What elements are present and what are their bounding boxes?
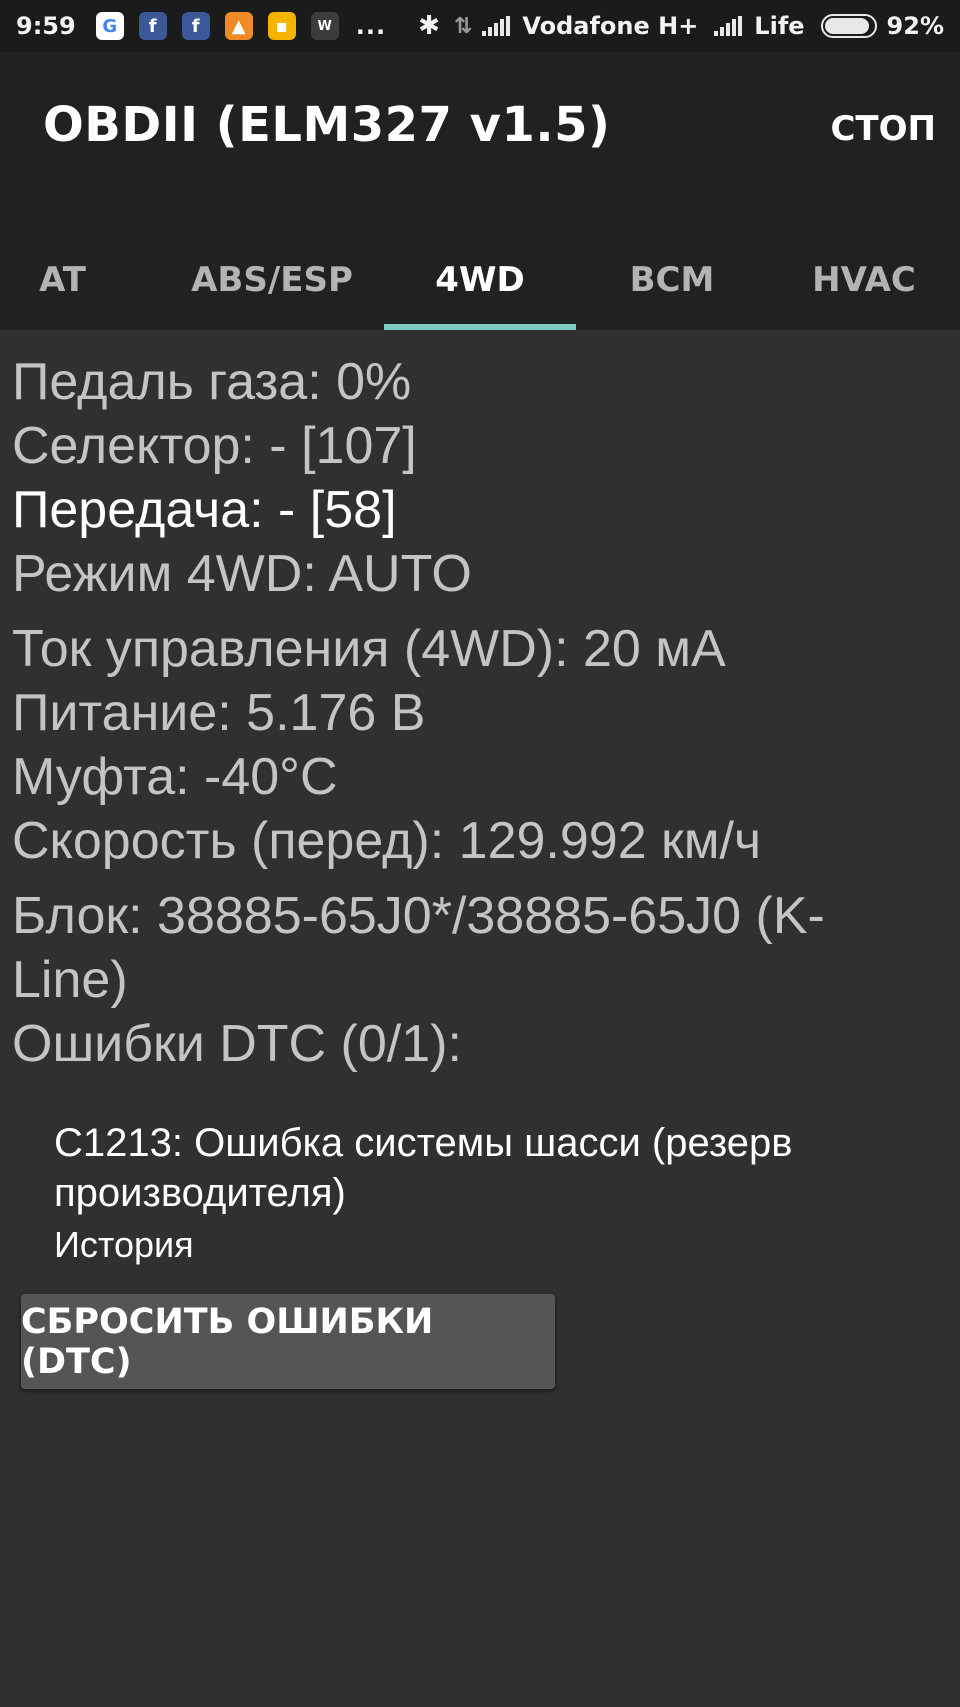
control-current-reading: Ток управления (4WD): 20 мА bbox=[12, 620, 726, 678]
data-activity-icon: ⇅ bbox=[453, 13, 473, 39]
tab-hvac[interactable]: HVAC bbox=[768, 230, 960, 330]
ecu-block-info: Блок: 38885-65J0*/38885-65J0 (K-Line) bbox=[12, 887, 825, 1009]
google-icon: G bbox=[95, 12, 124, 40]
tab-4wd[interactable]: 4WD bbox=[384, 230, 576, 330]
clutch-temp-reading: Муфта: -40°C bbox=[12, 748, 338, 806]
signal-icon bbox=[482, 16, 512, 36]
reset-dtc-button[interactable]: СБРОСИТЬ ОШИБКИ (DTC) bbox=[21, 1294, 555, 1389]
dtc-description: C1213: Ошибка системы шасси (резерв прои… bbox=[54, 1121, 793, 1215]
active-tab-indicator bbox=[384, 324, 576, 330]
carrier-1: Vodafone H+ bbox=[522, 12, 699, 40]
tab-bar: AT ABS/ESP 4WD BCM HVAC bbox=[0, 230, 960, 330]
gear-reading: Передача: - [58] bbox=[12, 481, 397, 539]
app-bar: OBDII (ELM327 v1.5) СТОП AT ABS/ESP 4WD … bbox=[0, 52, 960, 330]
keep-notes-icon: ▪ bbox=[267, 12, 296, 40]
battery-percent: 92% bbox=[886, 12, 944, 40]
app-title: OBDII (ELM327 v1.5) bbox=[43, 97, 611, 153]
facebook-icon: f bbox=[138, 12, 167, 40]
tab-at[interactable]: AT bbox=[0, 230, 125, 330]
mode-4wd-reading: Режим 4WD: AUTO bbox=[12, 545, 472, 603]
selector-reading: Селектор: - [107] bbox=[12, 417, 417, 475]
more-notifications-icon: ... bbox=[355, 12, 387, 40]
carrier-2: Life bbox=[754, 12, 805, 40]
status-time: 9:59 bbox=[16, 12, 76, 40]
word-app-icon: W bbox=[310, 12, 339, 40]
signal-icon bbox=[714, 16, 744, 36]
dtc-header: Ошибки DTC (0/1): bbox=[12, 1015, 462, 1073]
readings-panel: Педаль газа: 0% Селектор: - [107] Переда… bbox=[12, 350, 952, 1076]
throttle-reading: Педаль газа: 0% bbox=[12, 353, 412, 411]
battery-icon bbox=[820, 14, 877, 38]
front-speed-reading: Скорость (перед): 129.992 км/ч bbox=[12, 812, 762, 870]
status-bar: 9:59 G f f ▲ ▪ W ... ✱ ⇅ Vodafone H+ Lif… bbox=[0, 0, 960, 52]
bluetooth-icon: ✱ bbox=[418, 11, 440, 41]
strava-icon: ▲ bbox=[224, 12, 253, 40]
dtc-status: История bbox=[54, 1224, 194, 1265]
facebook-icon: f bbox=[181, 12, 210, 40]
stop-button[interactable]: СТОП bbox=[830, 109, 936, 149]
dtc-list-item: C1213: Ошибка системы шасси (резерв прои… bbox=[54, 1118, 934, 1268]
power-reading: Питание: 5.176 В bbox=[12, 684, 426, 742]
tab-abs-esp[interactable]: ABS/ESP bbox=[176, 230, 368, 330]
tab-bcm[interactable]: BCM bbox=[576, 230, 768, 330]
